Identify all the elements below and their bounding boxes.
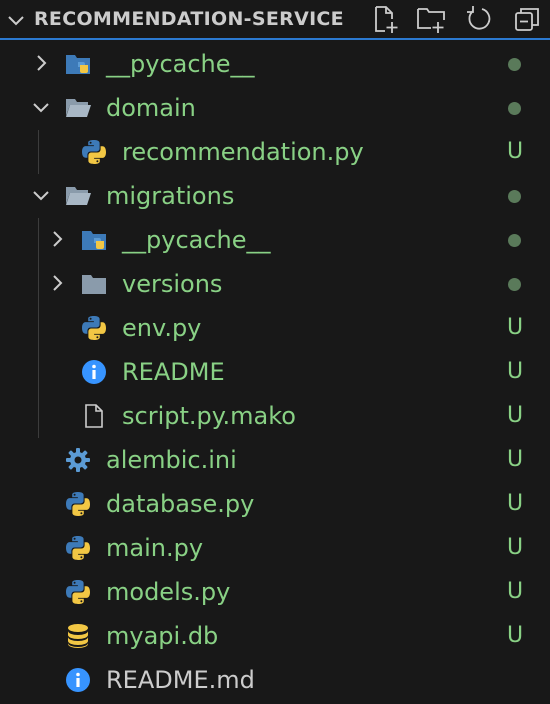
folder-icon	[82, 275, 106, 294]
tree-item-pycache[interactable]: __pycache__	[0, 42, 550, 86]
tree-item-label: alembic.ini	[106, 446, 237, 474]
tree-item-label: models.py	[106, 578, 231, 606]
tree-item-label: README.md	[106, 666, 255, 694]
info-icon	[66, 668, 90, 692]
status-dot	[508, 190, 521, 203]
python-folder-icon	[82, 231, 106, 250]
python-file-icon	[66, 536, 90, 560]
tree-item-versions[interactable]: versions	[0, 262, 550, 306]
status-untracked: U	[507, 139, 524, 164]
status-dot	[508, 278, 521, 291]
file-tree: __pycache__ domain recommendation.py U m…	[0, 42, 550, 702]
tree-item-label: script.py.mako	[122, 402, 296, 430]
status-untracked: U	[507, 579, 524, 604]
tree-item-label: recommendation.py	[122, 138, 364, 166]
folder-open-icon	[66, 99, 91, 117]
tree-item-label: __pycache__	[106, 50, 255, 78]
tree-item-env-py[interactable]: env.py U	[0, 306, 550, 350]
tree-item-domain[interactable]: domain	[0, 86, 550, 130]
tree-item-label: __pycache__	[122, 226, 271, 254]
info-icon	[82, 360, 106, 384]
chevron-down-icon[interactable]	[30, 184, 52, 206]
status-untracked: U	[507, 623, 524, 648]
status-untracked: U	[507, 359, 524, 384]
tree-item-readme[interactable]: README U	[0, 350, 550, 394]
python-file-icon	[66, 580, 90, 604]
chevron-right-icon[interactable]	[46, 228, 68, 250]
status-dot	[508, 102, 521, 115]
new-folder-icon	[417, 8, 445, 33]
tree-item-recommendation-py[interactable]: recommendation.py U	[0, 130, 550, 174]
status-dot	[508, 234, 521, 247]
status-untracked: U	[507, 447, 524, 472]
tree-item-script-py-mako[interactable]: script.py.mako U	[0, 394, 550, 438]
chevron-down-icon[interactable]	[30, 96, 52, 118]
tree-item-label: myapi.db	[106, 622, 219, 650]
status-untracked: U	[507, 403, 524, 428]
refresh-button[interactable]	[464, 4, 494, 34]
tree-item-label: migrations	[106, 182, 235, 210]
tree-item-label: main.py	[106, 534, 204, 562]
tree-item-migrations[interactable]: migrations	[0, 174, 550, 218]
gear-icon	[66, 448, 90, 472]
tree-item-label: domain	[106, 94, 196, 122]
tree-item-models-py[interactable]: models.py U	[0, 570, 550, 614]
chevron-right-icon[interactable]	[46, 272, 68, 294]
tree-item-database-py[interactable]: database.py U	[0, 482, 550, 526]
tree-item-myapi-db[interactable]: myapi.db U	[0, 614, 550, 658]
tree-item-alembic-ini[interactable]: alembic.ini U	[0, 438, 550, 482]
tree-item-label: versions	[122, 270, 223, 298]
new-folder-button[interactable]	[416, 4, 446, 34]
collapse-all-button[interactable]	[512, 4, 542, 34]
folder-open-icon	[66, 187, 91, 205]
file-icon	[85, 404, 103, 428]
tree-item-label: README	[122, 358, 225, 386]
python-file-icon	[66, 492, 90, 516]
tree-item-label: env.py	[122, 314, 202, 342]
status-untracked: U	[507, 315, 524, 340]
python-file-icon	[82, 316, 106, 340]
new-file-button[interactable]	[370, 4, 400, 34]
tree-item-readme-md[interactable]: README.md	[0, 658, 550, 702]
collapse-all-icon	[515, 8, 539, 31]
refresh-icon	[467, 6, 491, 30]
status-untracked: U	[507, 535, 524, 560]
python-folder-icon	[66, 55, 90, 74]
chevron-right-icon[interactable]	[30, 52, 52, 74]
status-dot	[508, 58, 521, 71]
status-untracked: U	[507, 491, 524, 516]
new-file-icon	[375, 6, 398, 33]
python-file-icon	[82, 140, 106, 164]
chevron-down-icon[interactable]	[4, 8, 28, 32]
explorer-title: RECOMMENDATION-SERVICE	[34, 8, 344, 30]
tree-item-main-py[interactable]: main.py U	[0, 526, 550, 570]
database-icon	[68, 624, 88, 648]
tree-item-label: database.py	[106, 490, 255, 518]
explorer-header: RECOMMENDATION-SERVICE	[0, 0, 550, 40]
tree-item-migrations-pycache[interactable]: __pycache__	[0, 218, 550, 262]
